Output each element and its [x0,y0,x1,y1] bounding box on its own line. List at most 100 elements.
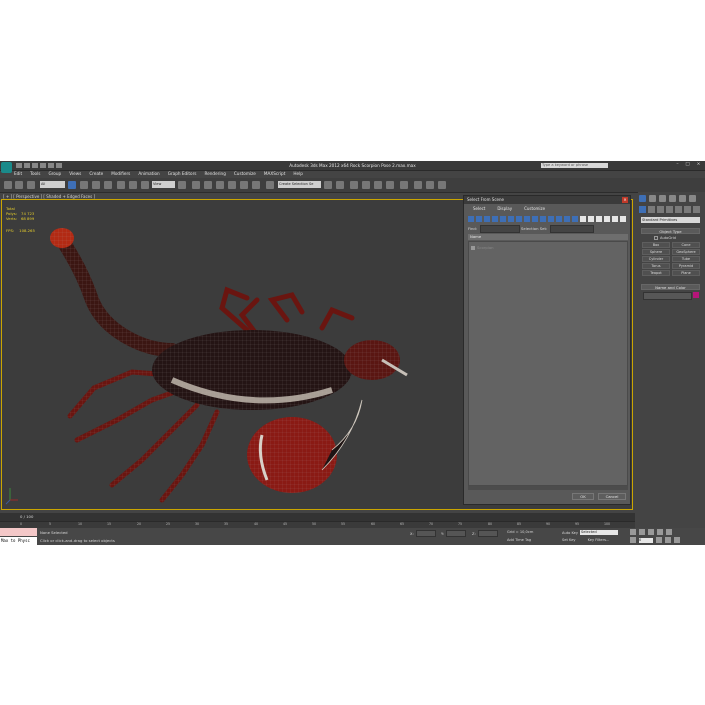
go-to-end-icon[interactable] [666,529,672,535]
display-containers-icon[interactable] [540,216,546,222]
menu-customize[interactable]: Customize [234,171,256,178]
keyboard-shortcut-icon[interactable] [204,181,212,189]
display-groups-icon[interactable] [516,216,522,222]
object-color-swatch[interactable] [693,292,699,298]
menu-graph-editors[interactable]: Graph Editors [168,171,197,178]
select-and-link-icon[interactable] [4,181,12,189]
menu-tools[interactable]: Tools [30,171,40,178]
sync-selection-icon[interactable] [612,216,618,222]
current-frame-input[interactable]: 0 [639,537,653,543]
display-lights-icon[interactable] [484,216,490,222]
menu-rendering[interactable]: Rendering [204,171,225,178]
maximize-button[interactable]: □ [683,162,692,168]
menu-help[interactable]: Help [293,171,303,178]
space-warps-icon[interactable] [684,206,691,213]
graphite-toolset-icon[interactable] [362,181,370,189]
select-and-move-icon[interactable] [117,181,125,189]
maxscript-listener-input[interactable] [0,528,37,536]
systems-icon[interactable] [693,206,700,213]
schematic-view-icon[interactable] [386,181,394,189]
motion-tab-icon[interactable] [669,195,676,202]
primitive-category-dropdown[interactable]: Standard Primitives [641,217,700,223]
display-bones-icon[interactable] [532,216,538,222]
time-configuration-icon[interactable] [656,537,662,543]
unlink-icon[interactable] [15,181,23,189]
add-time-tag[interactable]: Add Time Tag [507,538,531,542]
display-frozen-icon[interactable] [548,216,554,222]
select-and-manipulate-icon[interactable] [192,181,200,189]
object-type-rollout[interactable]: Object Type [641,228,700,234]
edit-named-selection-icon[interactable] [266,181,274,189]
key-filters-button[interactable]: Key Filters... [588,538,610,542]
ok-button[interactable]: OK [572,493,594,500]
angle-snap-icon[interactable] [228,181,236,189]
search-input[interactable]: Type a keyword or phrase [541,163,608,168]
tube-button[interactable]: Tube [672,256,700,262]
scene-object-list[interactable]: Scorpion [468,241,628,486]
children-icon[interactable] [604,216,610,222]
selection-filter-dropdown[interactable]: All [40,181,65,188]
name-and-color-rollout[interactable]: Name and Color [641,284,700,290]
display-tab-icon[interactable] [679,195,686,202]
display-xrefs-icon[interactable] [524,216,530,222]
selection-set-dropdown[interactable] [550,225,594,233]
maxscript-output[interactable]: Max to Physc [0,537,37,545]
display-helpers-icon[interactable] [500,216,506,222]
geosphere-button[interactable]: GeoSphere [672,249,700,255]
rectangular-selection-icon[interactable] [92,181,100,189]
layer-manager-icon[interactable] [350,181,358,189]
dependents-icon[interactable] [596,216,602,222]
sphere-button[interactable]: Sphere [642,249,670,255]
list-horizontal-scrollbar[interactable] [468,486,628,490]
list-item[interactable]: Scorpion [471,245,494,250]
select-and-scale-icon[interactable] [141,181,149,189]
reference-coordinate-dropdown[interactable]: View [152,181,175,188]
dialog-menu-customize[interactable]: Customize [524,206,545,213]
display-invert-icon[interactable] [580,216,586,222]
render-production-icon[interactable] [438,181,446,189]
shapes-icon[interactable] [648,206,655,213]
zoom-icon[interactable] [665,537,671,543]
cameras-icon[interactable] [666,206,673,213]
utilities-tab-icon[interactable] [689,195,696,202]
z-field[interactable] [477,530,498,537]
autogrid-checkbox[interactable]: AutoGrid [654,236,676,240]
hierarchy-tab-icon[interactable] [659,195,666,202]
menu-maxscript[interactable]: MAXScript [264,171,286,178]
hierarchy-icon[interactable] [588,216,594,222]
minimize-button[interactable]: – [673,162,682,168]
rendered-frame-window-icon[interactable] [426,181,434,189]
select-object-icon[interactable] [68,181,76,189]
align-icon[interactable] [336,181,344,189]
dialog-title-bar[interactable]: Select From Scene × [464,196,630,204]
plane-button[interactable]: Plane [672,270,700,276]
spinner-snap-icon[interactable] [252,181,260,189]
play-icon[interactable] [648,529,654,535]
material-editor-icon[interactable] [400,181,408,189]
torus-button[interactable]: Torus [642,263,670,269]
object-name-input[interactable] [643,292,692,300]
cylinder-button[interactable]: Cylinder [642,256,670,262]
modify-tab-icon[interactable] [649,195,656,202]
display-none-icon[interactable] [572,216,578,222]
lights-icon[interactable] [657,206,664,213]
window-crossing-icon[interactable] [104,181,112,189]
display-shapes-icon[interactable] [476,216,482,222]
auto-key-button[interactable]: Auto Key [562,531,578,535]
dialog-menu-select[interactable]: Select [473,206,485,213]
menu-views[interactable]: Views [69,171,81,178]
percent-snap-icon[interactable] [240,181,248,189]
go-to-start-icon[interactable] [630,529,636,535]
create-tab-icon[interactable] [639,195,646,202]
name-column-header[interactable]: Name [468,234,628,240]
filter-icon[interactable] [620,216,626,222]
named-selection-dropdown[interactable]: Create Selection Se [278,181,321,188]
set-key-button[interactable]: Set Key [562,538,576,542]
previous-frame-icon[interactable] [639,529,645,535]
display-all-icon[interactable] [564,216,570,222]
geometry-icon[interactable] [639,206,646,213]
display-hidden-icon[interactable] [556,216,562,222]
menu-modifiers[interactable]: Modifiers [111,171,130,178]
next-frame-icon[interactable] [657,529,663,535]
curve-editor-icon[interactable] [374,181,382,189]
